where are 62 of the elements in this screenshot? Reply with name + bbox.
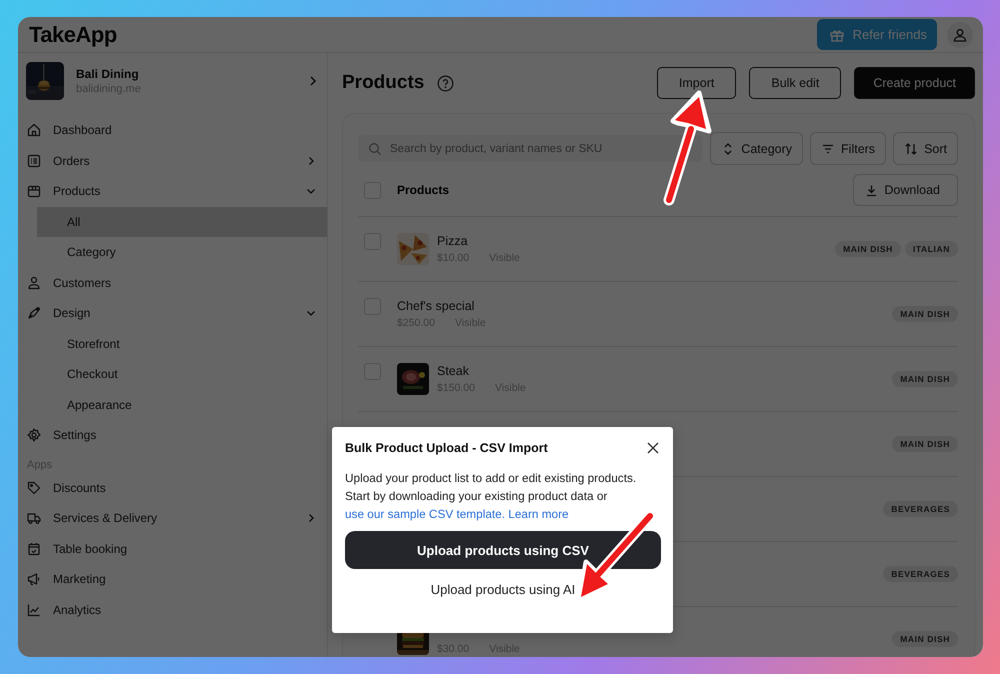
download-icon — [865, 184, 878, 196]
create-button[interactable]: Create product — [854, 67, 975, 99]
category-tag: ITALIAN — [904, 241, 958, 257]
nav-item[interactable]: Checkout — [37, 359, 327, 390]
person-icon — [27, 276, 41, 290]
column-header: Products — [397, 183, 450, 197]
search-icon — [368, 142, 382, 156]
link[interactable]: use our sample CSV template. — [345, 507, 505, 521]
person-icon — [953, 28, 967, 42]
refer-friends-button[interactable]: Refer friends — [816, 19, 937, 50]
category-tag: MAIN DISH — [892, 436, 958, 452]
download-button[interactable]: Download — [853, 174, 958, 206]
category-tag: BEVERAGES — [883, 566, 958, 582]
product-name[interactable]: Steak — [437, 364, 526, 378]
nav-item[interactable]: Storefront — [37, 328, 327, 359]
gear-icon — [27, 428, 41, 442]
category-tag: MAIN DISH — [892, 306, 958, 322]
link[interactable]: Learn more — [508, 507, 569, 521]
category-tag: MAIN DISH — [835, 241, 901, 257]
toolbar-button[interactable]: Filters — [810, 132, 886, 165]
dialog-text: Upload your product list to add or edit existing products. Start by downloading your existing product data or use our sample CSV template. Learn more — [345, 470, 638, 523]
nav-item[interactable]: Services & Delivery — [18, 503, 327, 534]
upload-csv-button[interactable]: Upload products using CSV — [345, 531, 661, 569]
nav-item[interactable]: Settings — [18, 420, 327, 450]
page-button[interactable]: Bulk edit — [749, 67, 842, 99]
toolbar-button[interactable]: Sort — [893, 132, 958, 165]
nav-item[interactable]: Appearance — [37, 390, 327, 420]
nav-item[interactable]: Table booking — [18, 534, 327, 564]
account-button[interactable] — [947, 22, 973, 48]
megaphone-icon — [27, 572, 41, 586]
box-icon — [27, 184, 41, 198]
page-button[interactable]: Import — [656, 67, 736, 99]
nav-item[interactable]: Customers — [18, 268, 327, 298]
store-name: Bali Dining — [76, 67, 140, 81]
chart-icon — [27, 602, 41, 617]
nav-item[interactable]: Analytics — [18, 594, 327, 625]
logo: TakeApp — [29, 22, 117, 48]
category-tag: MAIN DISH — [892, 371, 958, 387]
category-tag: BEVERAGES — [883, 501, 958, 517]
tag-icon — [27, 480, 41, 495]
nav-item[interactable]: Marketing — [18, 564, 327, 594]
nav-item[interactable]: Orders — [18, 146, 327, 176]
category-tag: MAIN DISH — [892, 631, 958, 647]
dialog-title: Bulk Product Upload - CSV Import — [345, 441, 548, 455]
toolbar-button[interactable]: Category — [710, 132, 804, 165]
truck-icon — [27, 511, 41, 526]
product-name[interactable]: Chef's special — [397, 299, 486, 313]
calendar-icon — [27, 542, 41, 556]
nav-item[interactable]: Dashboard — [18, 115, 327, 146]
nav-item[interactable]: Discounts — [18, 472, 327, 503]
pen-icon — [27, 306, 41, 320]
home-icon — [27, 123, 41, 138]
nav-item[interactable]: Category — [37, 237, 327, 268]
sort-icon — [904, 142, 918, 156]
list-icon — [27, 154, 41, 168]
nav-item[interactable]: Design — [18, 298, 327, 328]
product-name[interactable]: Pizza — [437, 234, 520, 248]
help-icon[interactable] — [437, 74, 454, 92]
close-icon[interactable] — [647, 442, 659, 454]
nav-item[interactable]: Products — [18, 176, 327, 206]
page-title: Products — [342, 72, 424, 94]
nav-item[interactable]: All — [37, 206, 327, 237]
